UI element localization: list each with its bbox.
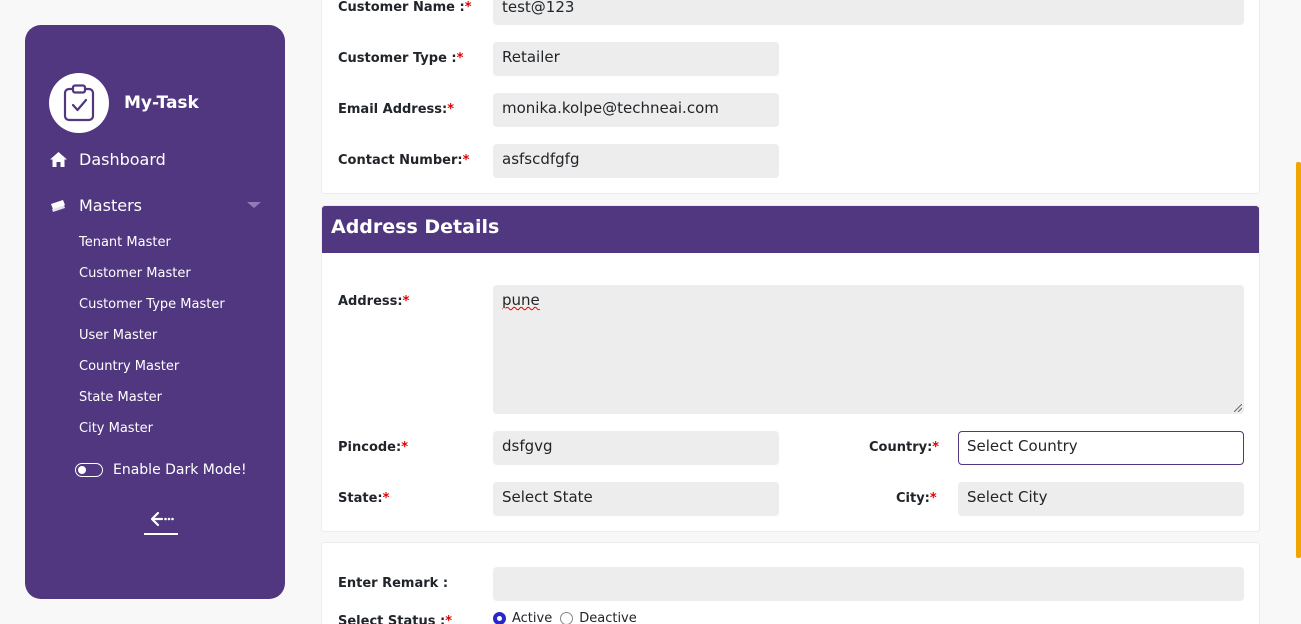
status-deactive-radio[interactable] (560, 612, 574, 624)
sidebar-item-label: Masters (79, 196, 142, 215)
email-label: Email Address:* (338, 102, 455, 117)
home-icon (49, 151, 67, 169)
city-label: City:* (896, 491, 937, 506)
sidebar: My-Task Dashboard Masters Tenant Master … (25, 25, 285, 599)
country-label: Country:* (869, 440, 940, 455)
customer-type-label: Customer Type :* (338, 51, 464, 66)
status-deactive-label: Deactive (579, 611, 637, 624)
sidebar-item-customer-master[interactable]: Customer Master (79, 266, 191, 281)
ticket-icon (49, 197, 67, 215)
clipboard-check-icon (63, 84, 95, 122)
resize-handle-icon[interactable] (1234, 404, 1242, 412)
chevron-down-icon[interactable] (247, 202, 261, 208)
sidebar-item-user-master[interactable]: User Master (79, 328, 157, 343)
back-arrow-icon (144, 511, 178, 535)
remark-input[interactable] (493, 567, 1244, 601)
section-title: Address Details (322, 206, 1259, 253)
state-label: State:* (338, 491, 390, 506)
address-value: pune (502, 291, 540, 309)
status-active-radio[interactable] (493, 612, 506, 624)
dark-mode-toggle[interactable]: Enable Dark Mode! (75, 462, 247, 478)
customer-type-select[interactable]: Retailer (493, 42, 779, 76)
sidebar-item-state-master[interactable]: State Master (79, 390, 162, 405)
pincode-label: Pincode:* (338, 440, 409, 455)
address-label: Address:* (338, 294, 410, 309)
dark-mode-label: Enable Dark Mode! (113, 462, 247, 478)
state-select[interactable]: Select State (493, 482, 779, 516)
email-field[interactable]: monika.kolpe@techneai.com (493, 93, 779, 127)
city-select[interactable]: Select City (958, 482, 1244, 516)
country-select[interactable]: Select Country (958, 431, 1244, 465)
app-logo (49, 73, 109, 133)
collapse-sidebar-button[interactable] (144, 511, 178, 537)
sidebar-item-tenant-master[interactable]: Tenant Master (79, 235, 171, 250)
status-active-label: Active (512, 611, 553, 624)
customer-name-label: Customer Name :* (338, 0, 472, 15)
page-scrollbar[interactable] (1296, 162, 1301, 558)
sidebar-item-customer-type-master[interactable]: Customer Type Master (79, 297, 225, 312)
app-title: My-Task (124, 93, 199, 113)
pincode-field[interactable]: dsfgvg (493, 431, 779, 465)
status-radio-group: Active Deactive (493, 611, 637, 624)
sidebar-item-country-master[interactable]: Country Master (79, 359, 179, 374)
address-textarea[interactable]: pune (493, 285, 1244, 414)
dark-mode-switch[interactable] (75, 463, 103, 477)
sidebar-item-masters[interactable]: Masters (49, 196, 261, 215)
remark-label: Enter Remark : (338, 576, 449, 591)
contact-number-label: Contact Number:* (338, 153, 470, 168)
sidebar-item-city-master[interactable]: City Master (79, 421, 153, 436)
sidebar-item-label: Dashboard (79, 150, 166, 169)
contact-number-field[interactable]: asfscdfgfg (493, 144, 779, 178)
customer-name-input[interactable]: test@123 (493, 0, 1244, 25)
status-label: Select Status :* (338, 614, 452, 624)
sidebar-item-dashboard[interactable]: Dashboard (49, 150, 166, 169)
